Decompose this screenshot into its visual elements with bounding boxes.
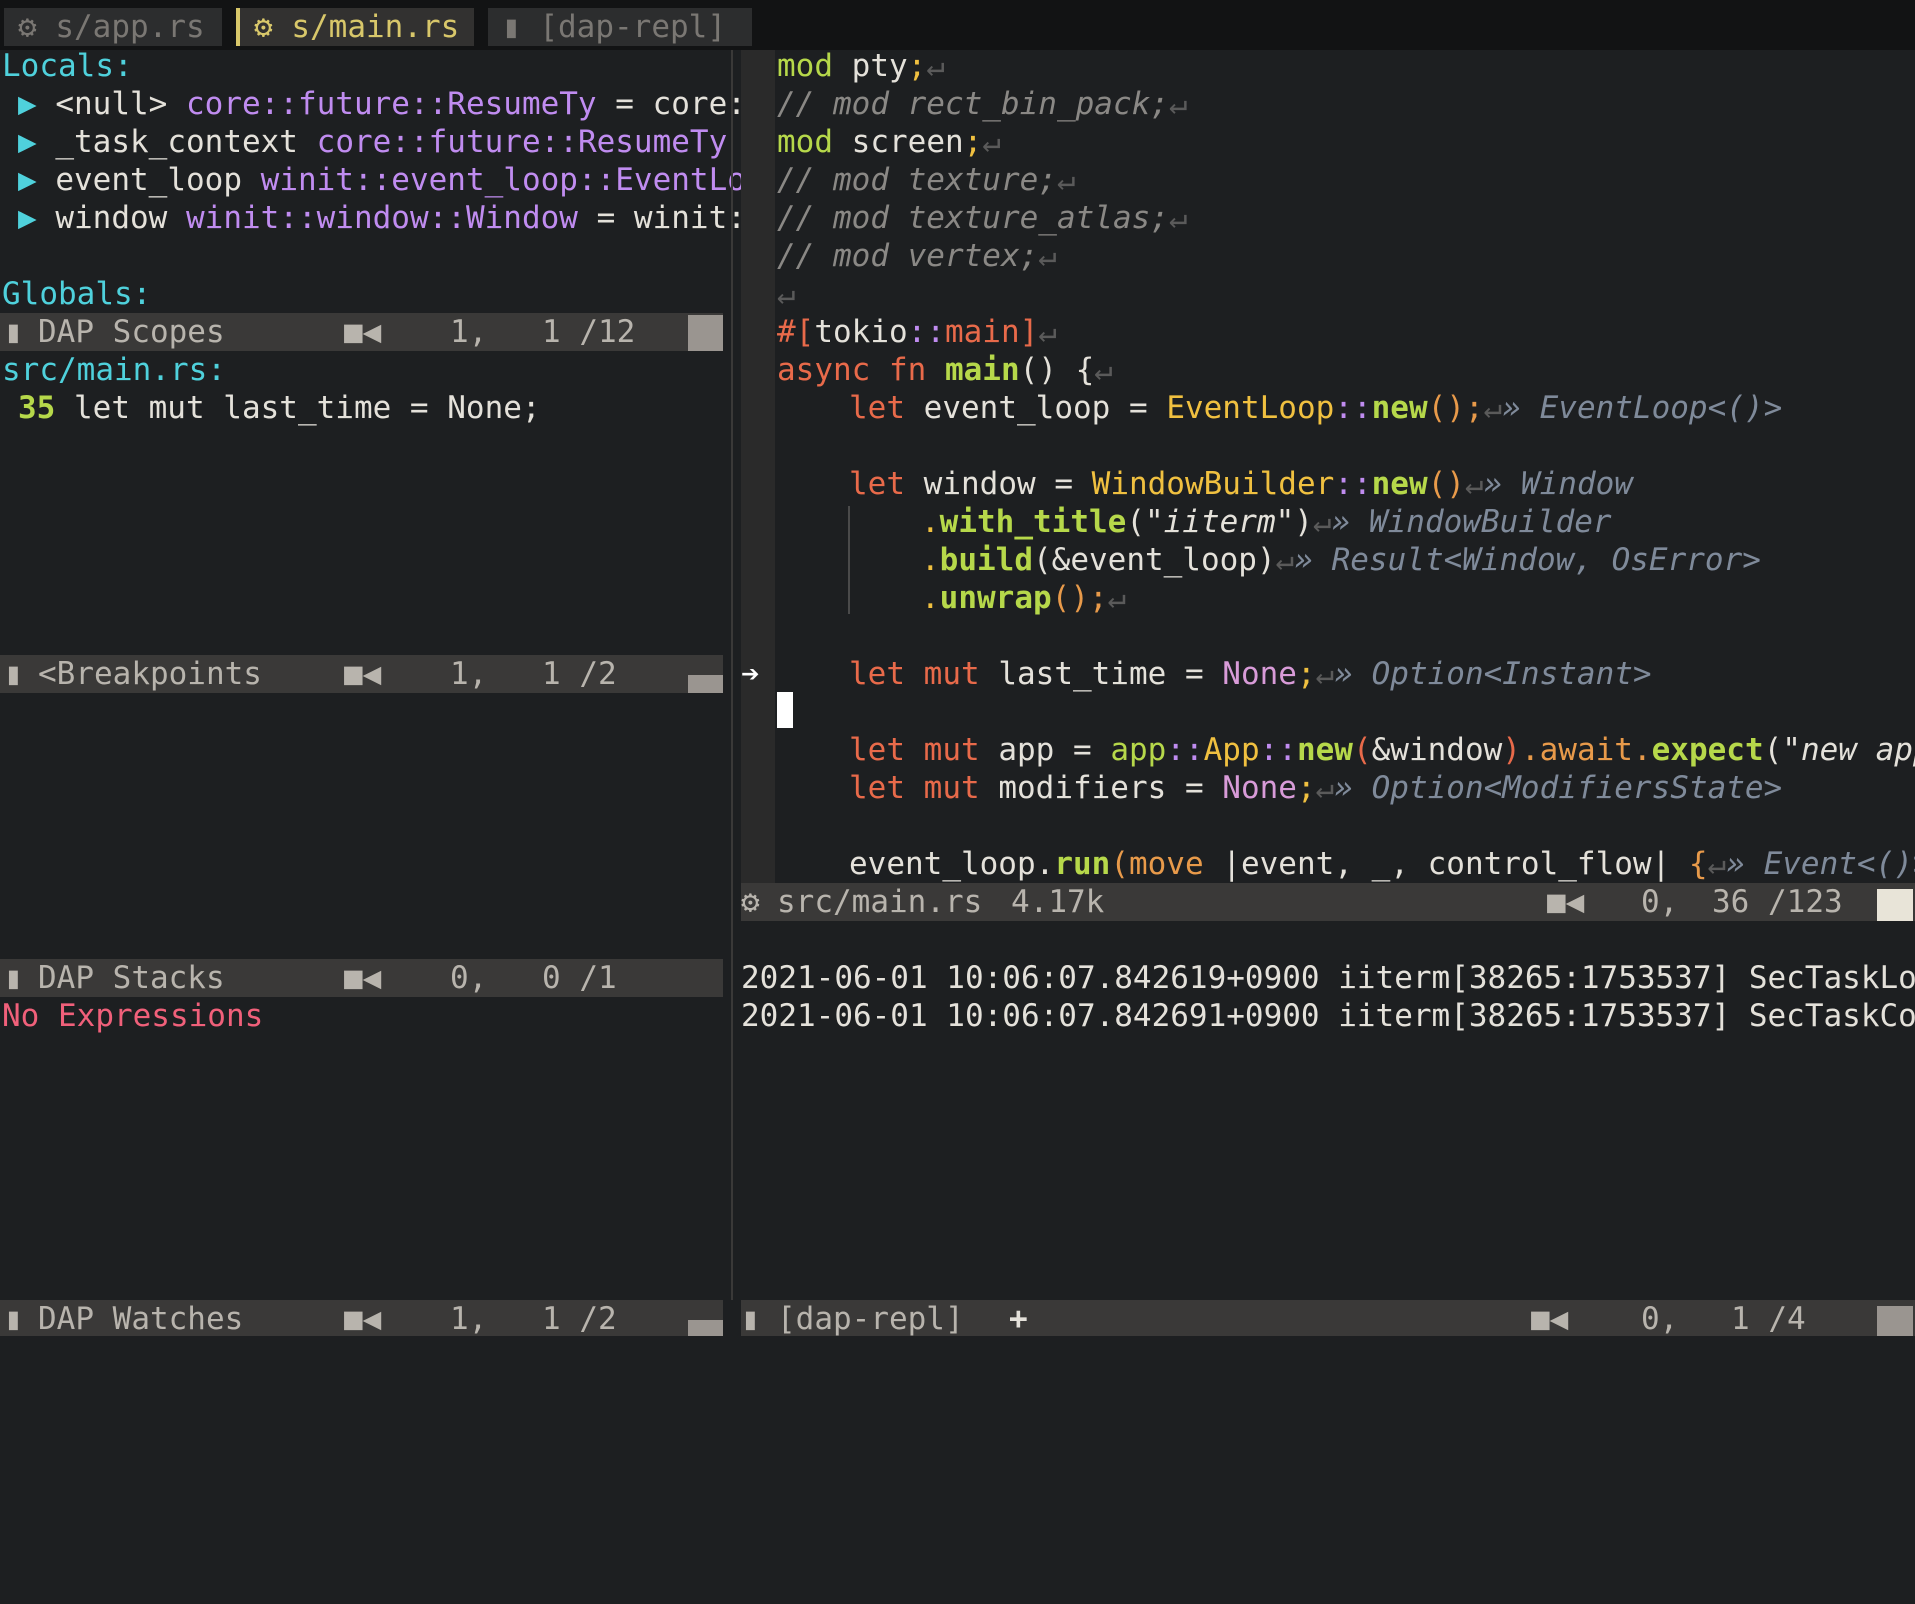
globals-header: Globals:: [2, 276, 152, 312]
debug-pointer-arrow-icon: ➔: [741, 656, 760, 692]
window-separator[interactable]: [731, 50, 733, 1300]
gear-icon: ⚙: [18, 9, 37, 45]
status-title: DAP Scopes: [38, 314, 225, 350]
camera-icon: ■◀: [344, 1301, 382, 1337]
scroll-indicator: [1877, 1306, 1913, 1338]
terminal-icon: ▮: [502, 9, 521, 45]
status-pos: 1 /2: [542, 656, 617, 692]
status-col: 1,: [450, 1301, 488, 1337]
terminal-icon: ▮: [4, 1301, 23, 1337]
scroll-indicator: [1877, 889, 1913, 921]
scopes-statusline: ▮ DAP Scopes ■◀ 1, 1 /12: [0, 313, 723, 351]
plus-icon[interactable]: +: [1009, 1300, 1028, 1338]
breakpoint-file: src/main.rs:: [2, 352, 226, 388]
status-pos: 0 /1: [542, 960, 617, 996]
status-col: 0,: [1641, 1301, 1679, 1337]
tab-bar: ⚙ s/app.rs ⚙ s/main.rs ▮ [dap-repl]: [0, 0, 1915, 50]
no-expressions-message: No Expressions: [2, 998, 264, 1034]
sign-column: [741, 50, 775, 888]
camera-icon: ■◀: [344, 960, 382, 996]
camera-icon: ■◀: [1547, 884, 1585, 920]
repl-line: 2021-06-01 10:06:07.842619+0900 iiterm[3…: [741, 960, 1915, 996]
gear-icon: ⚙: [254, 9, 273, 45]
locals-header: Locals:: [2, 48, 133, 84]
editor-statusline: ⚙ src/main.rs 4.17k ■◀ 0, 36 /123: [741, 883, 1915, 921]
scope-variable[interactable]: ▶ window winit::window::Window = winit:: [18, 199, 746, 237]
tab-app-rs[interactable]: ⚙ s/app.rs: [4, 8, 222, 46]
status-title: DAP Stacks: [38, 960, 225, 996]
scope-variable[interactable]: ▶ _task_context core::future::ResumeTy: [18, 123, 727, 161]
tab-label: s/main.rs: [291, 9, 460, 45]
terminal-icon: ▮: [4, 656, 23, 692]
status-pos: 1 /4: [1731, 1301, 1806, 1337]
expand-triangle-icon[interactable]: ▶: [18, 124, 37, 160]
expand-triangle-icon[interactable]: ▶: [18, 162, 37, 198]
status-file: src/main.rs: [777, 884, 983, 920]
status-pos: 1 /2: [542, 1301, 617, 1337]
expand-triangle-icon[interactable]: ▶: [18, 200, 37, 236]
tab-label: [dap-repl]: [539, 9, 726, 45]
gear-icon: ⚙: [741, 884, 760, 920]
tab-main-rs[interactable]: ⚙ s/main.rs: [236, 8, 474, 46]
tab-dap-repl[interactable]: ▮ [dap-repl]: [488, 8, 752, 46]
status-size: 4.17k: [1011, 884, 1105, 920]
stacks-statusline: ▮ DAP Stacks ■◀ 0, 0 /1: [0, 959, 723, 997]
status-col: 1,: [450, 656, 488, 692]
expand-triangle-icon[interactable]: ▶: [18, 86, 37, 122]
indent-guide: [848, 506, 850, 614]
scope-variable[interactable]: ▶ event_loop winit::event_loop::EventLo: [18, 161, 746, 199]
camera-icon: ■◀: [344, 314, 382, 350]
watches-statusline: ▮ DAP Watches ■◀ 1, 1 /2: [0, 1300, 723, 1338]
terminal-icon: ▮: [4, 960, 23, 996]
status-col: 0,: [450, 960, 488, 996]
status-pos: 1 /12: [542, 314, 636, 350]
terminal-icon: ▮: [4, 314, 23, 350]
status-title: [dap-repl]: [777, 1301, 964, 1337]
repl-line: 2021-06-01 10:06:07.842691+0900 iiterm[3…: [741, 998, 1915, 1034]
scroll-indicator: [688, 315, 723, 351]
camera-icon: ■◀: [344, 656, 382, 692]
status-pos: 36 /123: [1712, 884, 1843, 920]
text-cursor: [777, 692, 793, 728]
status-title: DAP Watches: [38, 1301, 244, 1337]
tab-label: s/app.rs: [55, 9, 205, 45]
status-col: 1,: [450, 314, 488, 350]
status-col: 0,: [1641, 884, 1679, 920]
repl-statusline: ▮ [dap-repl] + ■◀ 0, 1 /4: [741, 1300, 1915, 1338]
terminal-icon: ▮: [741, 1301, 760, 1337]
scroll-indicator: [688, 675, 723, 693]
command-line[interactable]: [0, 1336, 1915, 1378]
breakpoints-statusline: ▮ <Breakpoints ■◀ 1, 1 /2: [0, 655, 723, 693]
camera-icon: ■◀: [1531, 1301, 1569, 1337]
status-title: <Breakpoints: [38, 656, 262, 692]
breakpoint-entry[interactable]: 35 let mut last_time = None;: [18, 389, 541, 427]
scope-variable[interactable]: ▶ <null> core::future::ResumeTy = core:: [18, 85, 746, 123]
